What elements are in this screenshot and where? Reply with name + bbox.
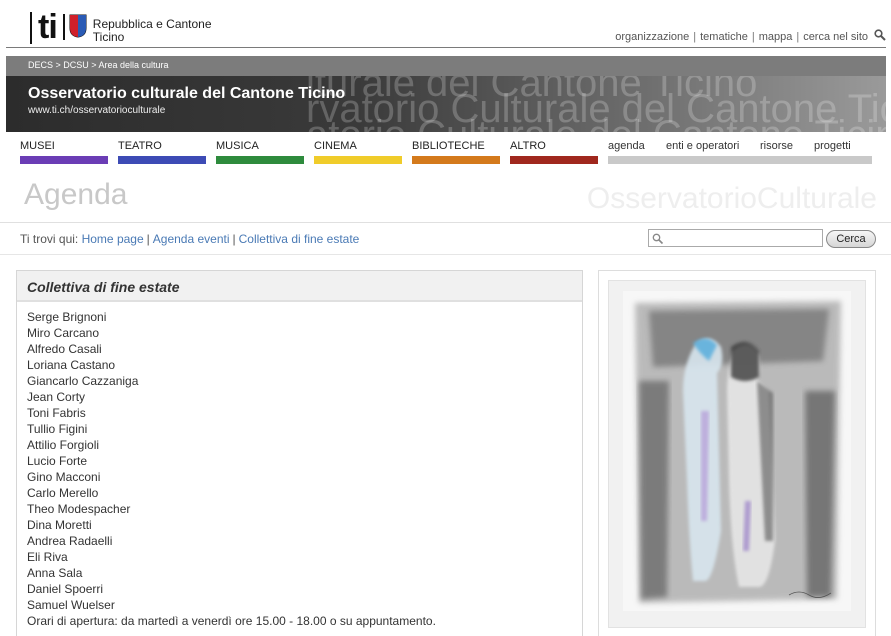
list-item: Giancarlo Cazzaniga — [27, 374, 139, 388]
search-button[interactable]: Cerca — [826, 230, 876, 248]
category-teatro[interactable]: TEATRO — [118, 140, 206, 164]
opening-hours: Orari di apertura: da martedì a venerdì … — [27, 614, 436, 628]
site-header: ti Repubblica e Cantone Ticino organizza… — [6, 0, 886, 48]
list-item: Toni Fabris — [27, 406, 86, 420]
category-label: TEATRO — [118, 140, 162, 152]
artist-list: Serge Brignoni Miro Carcano Alfredo Casa… — [17, 302, 582, 629]
category-color-bar — [510, 156, 598, 164]
category-label: CINEMA — [314, 140, 357, 152]
logo-text: Repubblica e Cantone Ticino — [93, 18, 212, 44]
list-item: Andrea Radaelli — [27, 534, 113, 548]
list-item: Alfredo Casali — [27, 342, 102, 356]
breadcrumb-prefix: Ti trovi qui: — [20, 232, 79, 246]
category-cinema[interactable]: CINEMA — [314, 140, 402, 164]
nav-link-agenda[interactable]: agenda — [608, 140, 645, 152]
category-label: BIBLIOTECHE — [412, 140, 485, 152]
list-item: Tullio Figini — [27, 422, 88, 436]
category-biblioteche[interactable]: BIBLIOTECHE — [412, 140, 500, 164]
nav-link-organizzazione[interactable]: organizzazione — [615, 31, 689, 43]
breadcrumb-separator: | — [146, 232, 150, 246]
event-title: Collettiva di fine estate — [17, 271, 582, 302]
divider — [0, 254, 891, 255]
list-item: Loriana Castano — [27, 358, 116, 372]
nav-link-enti-operatori[interactable]: enti e operatori — [666, 140, 739, 152]
list-item: Serge Brignoni — [27, 310, 107, 324]
banner: lturale del Cantone Ticino rvatorio Cult… — [6, 76, 886, 132]
category-color-bar — [118, 156, 206, 164]
list-item: Attilio Forgioli — [27, 438, 100, 452]
banner-title[interactable]: Osservatorio culturale del Cantone Ticin… — [28, 85, 345, 103]
event-panel: Collettiva di fine estate Serge Brignoni… — [16, 270, 583, 636]
category-color-bar — [314, 156, 402, 164]
search-icon — [652, 232, 664, 245]
category-nav: MUSEI TEATRO MUSICA CINEMA BIBLIOTECHE A… — [20, 140, 880, 166]
category-color-bar — [20, 156, 108, 164]
list-item: Anna Sala — [27, 566, 83, 580]
breadcrumb-current[interactable]: Collettiva di fine estate — [239, 232, 360, 246]
list-item: Daniel Spoerri — [27, 582, 104, 596]
list-item: Jean Corty — [27, 390, 86, 404]
breadcrumb-agenda-eventi[interactable]: Agenda eventi — [153, 232, 230, 246]
search-field[interactable] — [648, 229, 823, 247]
nav-link-cerca[interactable]: cerca nel sito — [803, 31, 868, 43]
list-item: Theo Modespacher — [27, 502, 131, 516]
nav-separator: | — [751, 31, 755, 43]
category-color-bar — [216, 156, 304, 164]
shield-icon — [62, 14, 87, 40]
canton-logo[interactable]: ti Repubblica e Cantone Ticino — [30, 10, 212, 44]
nav-link-risorse[interactable]: risorse — [760, 140, 793, 152]
search-icon[interactable] — [874, 29, 886, 41]
list-item: Miro Carcano — [27, 326, 100, 340]
category-altro[interactable]: ALTRO — [510, 140, 598, 164]
nav-link-progetti[interactable]: progetti — [814, 140, 851, 152]
page-title: Agenda — [24, 178, 128, 211]
artwork-panel — [598, 270, 876, 636]
artwork-image[interactable] — [608, 280, 866, 628]
divider — [0, 222, 891, 223]
logo-line-2: Ticino — [92, 30, 125, 44]
list-item: Lucio Forte — [27, 454, 88, 468]
list-item: Samuel Wuelser — [27, 598, 115, 612]
department-breadcrumb: DECS > DCSU > Area della cultura — [6, 56, 886, 76]
category-label: ALTRO — [510, 140, 546, 152]
category-color-bar — [412, 156, 500, 164]
list-item: Gino Macconi — [27, 470, 101, 484]
nav-link-mappa[interactable]: mappa — [759, 31, 793, 43]
breadcrumb-home[interactable]: Home page — [82, 232, 144, 246]
top-nav: organizzazione | tematiche | mappa | cer… — [615, 29, 886, 43]
logo-mark: ti — [30, 10, 58, 44]
category-label: MUSICA — [216, 140, 259, 152]
category-label: MUSEI — [20, 140, 55, 152]
breadcrumb: Ti trovi qui: Home page | Agenda eventi | Co… — [20, 232, 359, 246]
banner-decorative-text: lturale del Cantone Ticino rvatorio Cult… — [306, 76, 886, 132]
banner-bg-line: atorio Culturale del Cantone Ticino — [306, 115, 886, 132]
category-musei[interactable]: MUSEI — [20, 140, 108, 164]
secondary-nav-bar — [608, 156, 872, 164]
breadcrumb-separator: | — [232, 232, 236, 246]
list-item: Dina Moretti — [27, 518, 92, 532]
watermark-title: OsservatorioCulturale — [586, 182, 877, 215]
list-item: Carlo Merello — [27, 486, 99, 500]
search-input[interactable] — [667, 231, 817, 245]
list-item: Eli Riva — [27, 550, 68, 564]
department-breadcrumb-text[interactable]: DECS > DCSU > Area della cultura — [28, 60, 169, 70]
category-musica[interactable]: MUSICA — [216, 140, 304, 164]
nav-separator: | — [796, 31, 800, 43]
nav-separator: | — [693, 31, 697, 43]
banner-url[interactable]: www.ti.ch/osservatorioculturale — [28, 105, 165, 116]
nav-link-tematiche[interactable]: tematiche — [700, 31, 748, 43]
